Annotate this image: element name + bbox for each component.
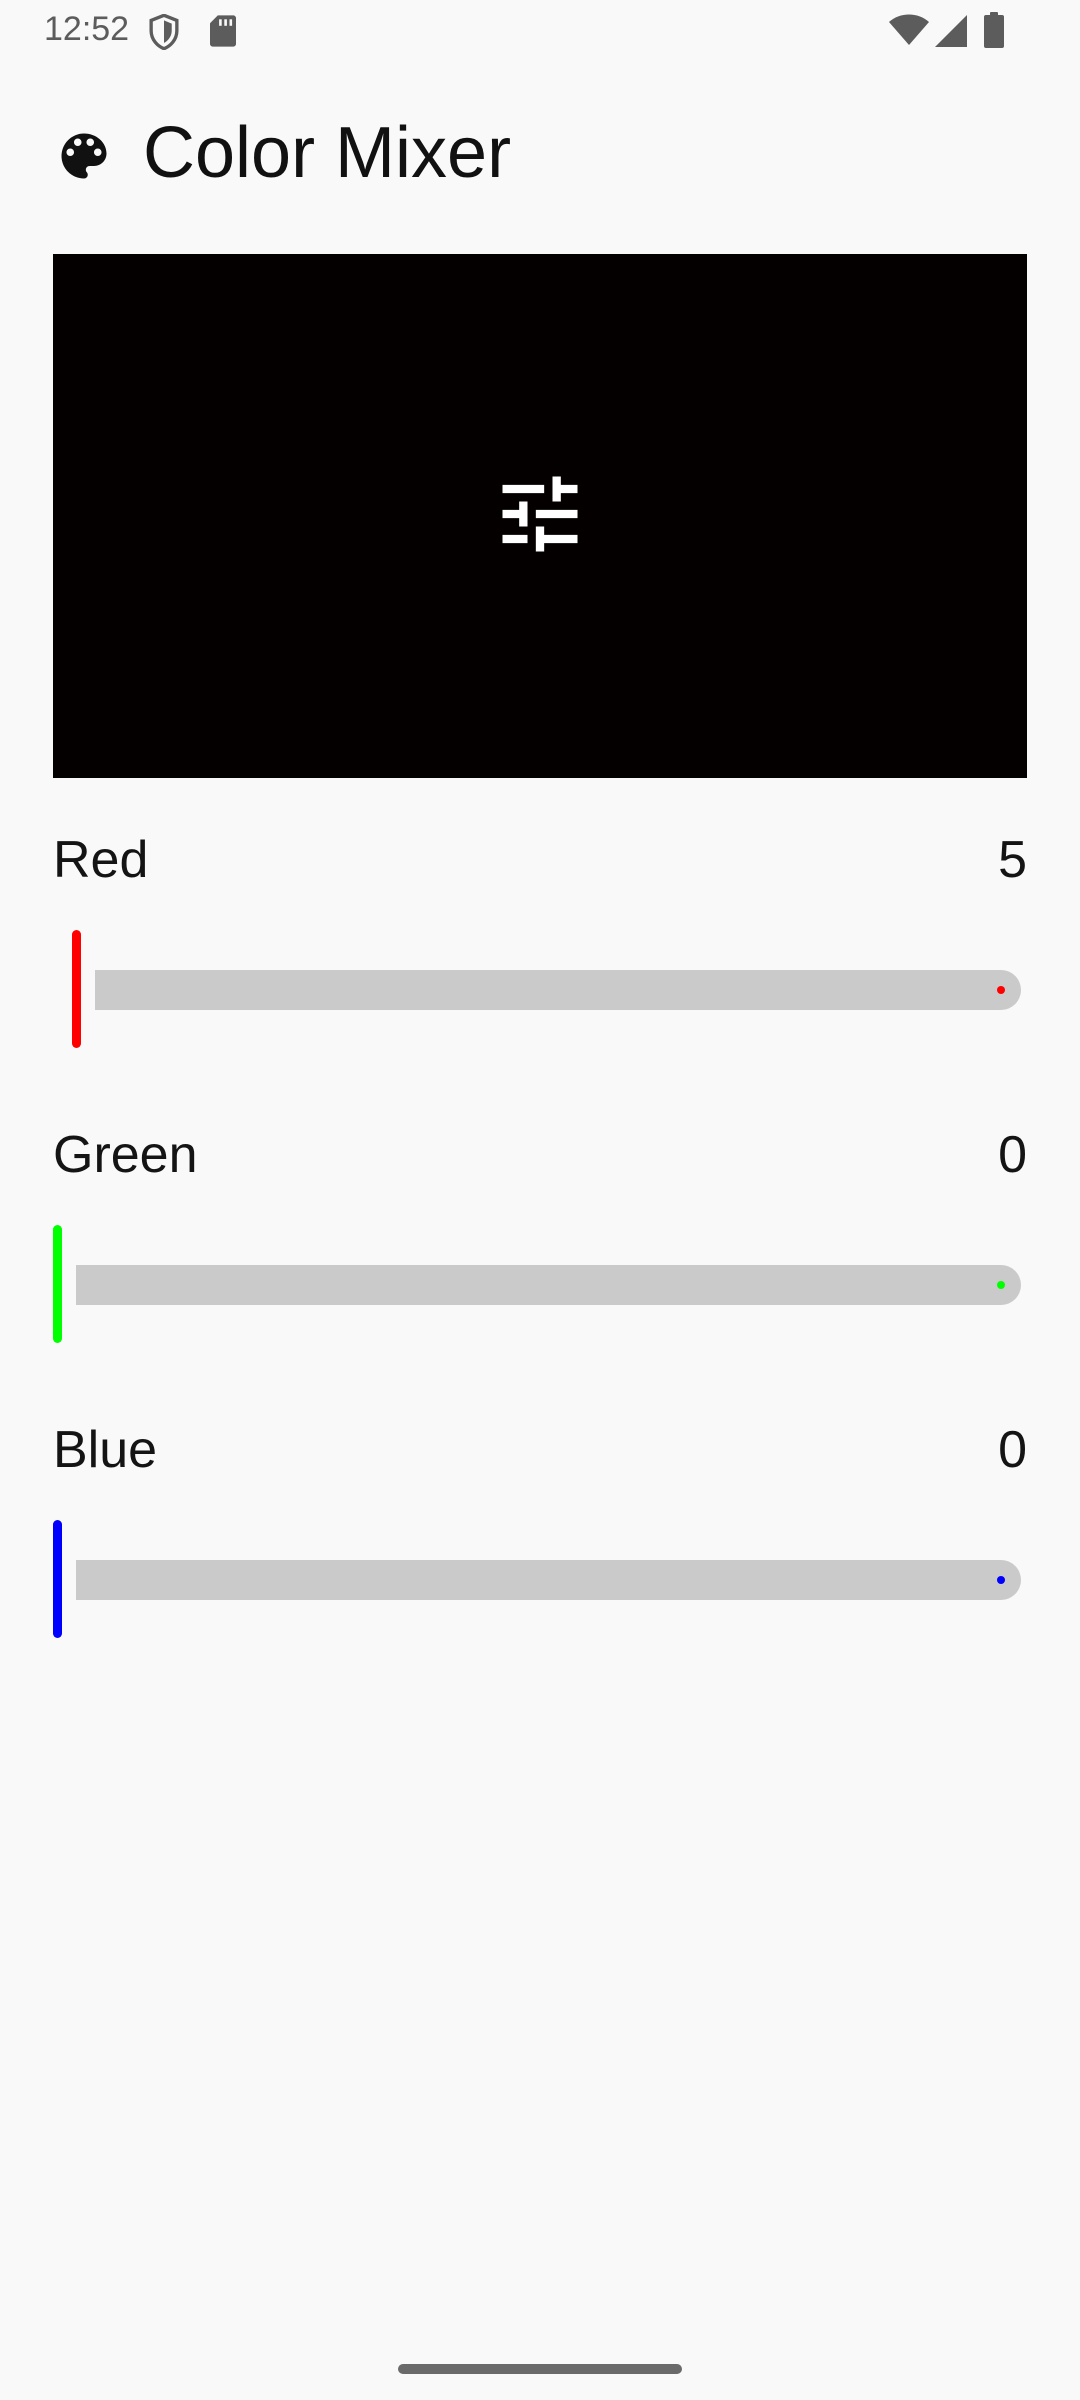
red-value: 5 — [998, 831, 1027, 889]
red-channel: Red 5 — [53, 830, 1027, 1110]
green-slider-handle[interactable] — [53, 1225, 62, 1343]
green-channel: Green 0 — [53, 1125, 1027, 1405]
blue-slider-handle[interactable] — [53, 1520, 62, 1638]
green-value: 0 — [998, 1126, 1027, 1184]
red-label: Red — [53, 831, 149, 889]
green-slider-stop — [997, 1281, 1005, 1289]
wifi-icon — [888, 14, 930, 51]
color-preview — [53, 254, 1027, 778]
status-time: 12:52 — [44, 10, 130, 48]
red-slider-track[interactable] — [94, 970, 1021, 1010]
blue-channel: Blue 0 — [53, 1420, 1027, 1700]
green-label: Green — [53, 1126, 198, 1184]
page-title: Color Mixer — [143, 113, 512, 193]
sd-card-icon — [210, 15, 236, 52]
blue-slider-stop — [997, 1576, 1005, 1584]
green-slider-track[interactable] — [76, 1265, 1021, 1305]
gesture-nav-handle[interactable] — [398, 2364, 682, 2374]
blue-slider-track[interactable] — [76, 1560, 1021, 1600]
cell-signal-icon — [934, 14, 968, 53]
green-slider[interactable] — [53, 1225, 1027, 1345]
tune-icon — [490, 464, 590, 569]
shield-icon — [148, 13, 180, 55]
red-slider[interactable] — [53, 930, 1027, 1050]
red-slider-stop — [997, 986, 1005, 994]
blue-value: 0 — [998, 1421, 1027, 1479]
blue-slider[interactable] — [53, 1520, 1027, 1640]
red-slider-handle[interactable] — [71, 930, 81, 1048]
status-bar: 12:52 — [0, 0, 1080, 62]
blue-label: Blue — [53, 1421, 158, 1479]
battery-icon — [984, 12, 1004, 53]
palette-icon — [54, 126, 114, 186]
app-header: Color Mixer — [0, 100, 1080, 210]
